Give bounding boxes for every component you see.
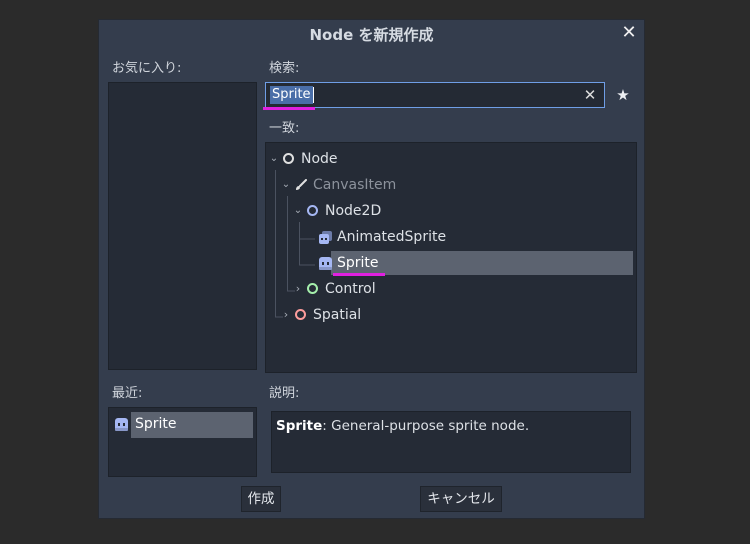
description-label: 説明: [269,386,300,401]
search-highlight-mark [263,107,315,110]
tree-item-label: Spatial [313,307,362,323]
circle-icon [283,153,294,164]
chevron-down-icon[interactable]: ⌄ [293,200,303,222]
tree-item-label: CanvasItem [313,177,397,193]
circle-icon [307,205,318,216]
animated-sprite-icon [319,231,332,244]
chevron-down-icon[interactable]: ⌄ [269,148,279,170]
search-input-value: Sprite [270,86,314,104]
description-node-name: Sprite [276,418,323,434]
cancel-button[interactable]: キャンセル [420,486,502,512]
tree-item-label: AnimatedSprite [337,229,447,245]
sprite-icon [319,257,332,270]
clear-search-icon[interactable]: ✕ [581,85,599,105]
circle-icon [307,283,318,294]
favorites-label: お気に入り: [112,61,182,76]
chevron-right-icon[interactable]: › [293,278,303,300]
favorite-star-icon[interactable]: ★ [613,84,633,106]
create-node-dialog: Node を新規作成 ✕ お気に入り: 検索: Sprite ✕ ★ 一致: ⌄… [98,19,645,519]
dialog-title: Node を新規作成 [309,26,434,44]
brush-icon [296,179,307,190]
close-button[interactable]: ✕ [620,22,638,44]
description-text: : General-purpose sprite node. [322,418,530,434]
recent-item-label: Sprite [135,416,177,432]
create-button[interactable]: 作成 [241,486,281,512]
chevron-down-icon[interactable]: ⌄ [281,174,291,196]
search-input[interactable]: Sprite ✕ [265,82,605,108]
sprite-icon [115,418,128,431]
matches-label: 一致: [269,121,300,136]
search-label: 検索: [269,61,300,76]
description-box: Sprite: General-purpose sprite node. [271,411,631,473]
favorites-list[interactable] [108,82,257,370]
tree-item-label: Node2D [325,203,382,219]
tree-item-label: Control [325,281,376,297]
chevron-right-icon[interactable]: › [281,304,291,326]
recent-label: 最近: [112,386,143,401]
sprite-highlight-mark [333,273,385,276]
tree-item-label: Sprite [337,255,379,271]
circle-icon [295,309,306,320]
tree-item-label: Node [301,151,338,167]
